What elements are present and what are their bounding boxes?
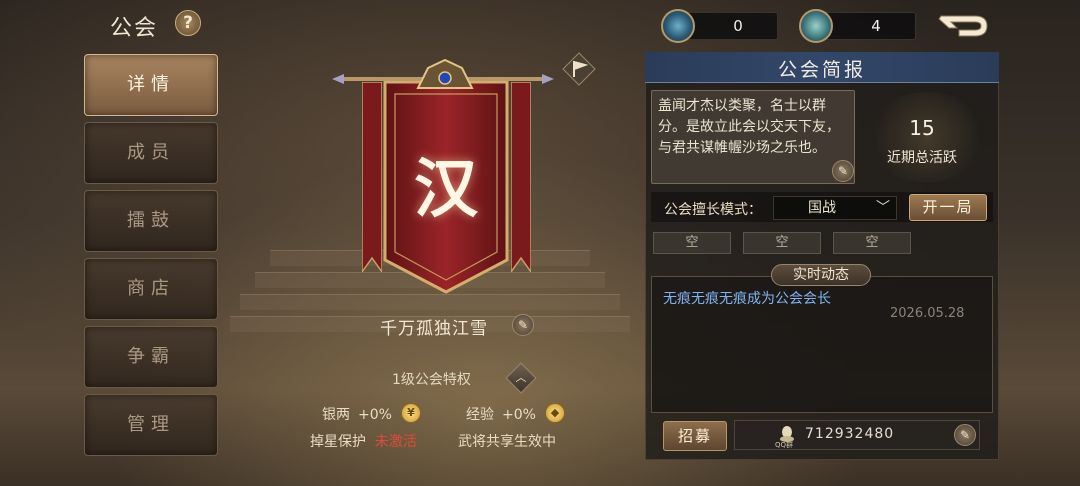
- status-label: 掉星保护: [310, 434, 366, 450]
- edit-name-icon[interactable]: ✎: [512, 314, 534, 336]
- bonus-value: +0%: [358, 407, 392, 423]
- activity-value: 15: [909, 116, 935, 140]
- blue-medal-icon: [661, 9, 695, 43]
- menu-item-drum[interactable]: 擂鼓: [84, 190, 218, 252]
- silver-medal-icon: [799, 9, 833, 43]
- bonus-value: +0%: [502, 407, 536, 423]
- qq-group-label: QQ群: [775, 441, 794, 449]
- page-title: 公会: [110, 16, 159, 41]
- bonus-label: 经验: [466, 407, 494, 423]
- member-slot[interactable]: 空: [743, 232, 821, 254]
- shield-icon[interactable]: ◆: [545, 403, 565, 423]
- start-game-button[interactable]: 开一局: [909, 194, 987, 221]
- general-share-status: 武将共享生效中: [458, 434, 556, 450]
- flag-icon[interactable]: [562, 52, 596, 86]
- edit-intro-icon[interactable]: ✎: [832, 160, 854, 182]
- qq-group-number: 712932480: [805, 426, 895, 442]
- recruit-button[interactable]: 招募: [663, 421, 727, 451]
- chevron-down-icon: ﹀: [876, 200, 890, 216]
- chevron-up-icon: ︿: [515, 371, 527, 384]
- mode-select[interactable]: 国战 ﹀: [773, 196, 897, 220]
- member-slot[interactable]: 空: [653, 232, 731, 254]
- intro-text: 盖闻才杰以类聚，名士以群分。是故立此会以交天下友，与君共谋帷幄沙场之乐也。: [658, 98, 840, 156]
- currency-value: 0: [733, 17, 743, 35]
- menu-item-shop[interactable]: 商店: [84, 258, 218, 320]
- mode-label: 公会擅长模式：: [664, 202, 762, 218]
- currency-counter-2: 4: [799, 9, 916, 43]
- panel-title: 公会简报: [777, 59, 866, 81]
- member-slot[interactable]: 空: [833, 232, 911, 254]
- edit-qq-icon[interactable]: ✎: [954, 424, 976, 446]
- menu-item-members[interactable]: 成员: [84, 122, 218, 184]
- exp-bonus: 经验 +0%: [466, 404, 536, 424]
- currency-counter-1: 0: [661, 9, 778, 43]
- guild-intro: 盖闻才杰以类聚，名士以群分。是故立此会以交天下友，与君共谋帷幄沙场之乐也。: [651, 90, 855, 184]
- guild-emblem-char: 汉: [414, 152, 478, 227]
- help-button[interactable]: ?: [175, 10, 201, 36]
- guild-privilege: 1级公会特权: [392, 372, 471, 388]
- bonus-label: 银两: [322, 407, 350, 423]
- banner-crest: [416, 58, 474, 89]
- feed-entry-time: 2026.05.28: [890, 306, 965, 321]
- banner-side-right: [511, 82, 531, 272]
- feed-entry-text: 无痕无痕无痕成为公会会长: [663, 291, 831, 307]
- activity-label: 近期总活跃: [887, 150, 957, 166]
- menu-item-details[interactable]: 详情: [84, 54, 218, 116]
- star-protection-status: 掉星保护 未激活: [310, 431, 417, 451]
- coin-icon[interactable]: ¥: [401, 403, 421, 423]
- back-arrow-icon[interactable]: [935, 8, 993, 44]
- mode-value: 国战: [808, 200, 836, 216]
- silver-bonus: 银两 +0%: [322, 404, 392, 424]
- status-value: 未激活: [374, 434, 417, 450]
- banner-side-left: [362, 82, 382, 272]
- menu-item-manage[interactable]: 管理: [84, 394, 218, 456]
- feed-tag: 实时动态: [771, 264, 871, 286]
- currency-value: 4: [871, 17, 881, 35]
- menu-item-contest[interactable]: 争霸: [84, 326, 218, 388]
